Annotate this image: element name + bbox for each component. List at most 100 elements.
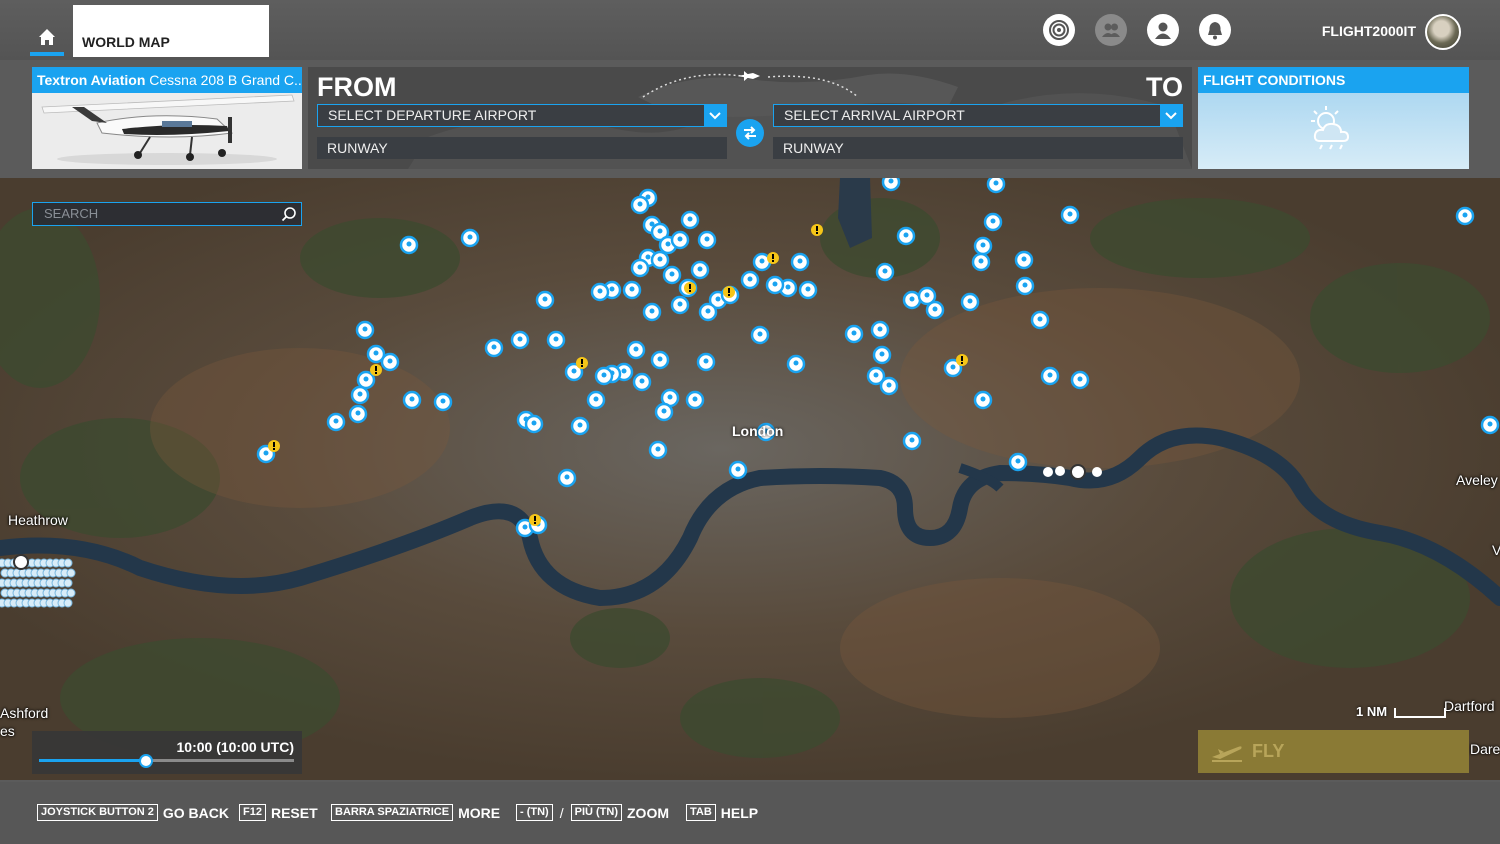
heathrow-airport-cluster[interactable] [0,554,76,608]
airport-marker[interactable] [670,230,690,250]
airport-marker[interactable] [510,330,530,350]
airport-marker[interactable] [654,402,674,422]
airport-marker[interactable] [402,390,422,410]
time-slider-handle[interactable] [139,754,154,768]
airport-marker[interactable] [844,324,864,344]
airport-marker[interactable] [986,178,1006,194]
airport-marker[interactable] [650,250,670,270]
airport-marker[interactable] [546,330,566,350]
airport-marker[interactable] [1060,205,1080,225]
london-city-airport-marker[interactable] [1043,464,1102,480]
airport-marker[interactable] [680,210,700,230]
airport-marker[interactable] [1008,452,1028,472]
hint-help[interactable]: TAB HELP [686,804,758,821]
airport-marker[interactable] [1030,310,1050,330]
airport-marker[interactable] [872,345,892,365]
airport-marker[interactable] [356,370,376,390]
airport-marker[interactable] [750,325,770,345]
airport-marker[interactable] [896,226,916,246]
airport-marker[interactable] [642,302,662,322]
departure-runway-select[interactable]: RUNWAY [317,137,727,159]
chevron-down-icon[interactable] [704,105,726,126]
airport-marker[interactable] [786,354,806,374]
flight-conditions-card[interactable]: FLIGHT CONDITIONS [1198,67,1469,169]
world-map-view[interactable] [0,178,1500,780]
airport-marker[interactable] [902,431,922,451]
airport-marker[interactable] [1455,206,1475,226]
aircraft-selection-card[interactable]: Textron Aviation Cessna 208 B Grand C... [32,67,302,169]
airport-marker[interactable] [690,260,710,280]
username[interactable]: FLIGHT2000IT [1300,23,1416,39]
profile-button[interactable] [1147,14,1179,46]
airport-marker[interactable] [570,416,590,436]
airport-marker[interactable] [380,352,400,372]
airport-marker[interactable] [1014,250,1034,270]
airport-marker[interactable] [1070,370,1090,390]
airport-marker[interactable] [973,236,993,256]
swap-airports-button[interactable] [736,119,764,147]
search-icon[interactable] [281,206,297,222]
hint-reset[interactable]: F12 RESET [239,804,318,821]
airport-marker[interactable] [630,195,650,215]
airport-marker[interactable] [326,412,346,432]
airport-marker[interactable] [648,440,668,460]
airport-marker[interactable] [535,290,555,310]
airport-marker[interactable] [630,258,650,278]
hint-more[interactable]: BARRA SPAZIATRICE MORE [331,804,500,821]
airport-marker[interactable] [925,300,945,320]
airport-marker[interactable] [524,414,544,434]
airport-marker[interactable] [973,390,993,410]
airport-marker[interactable] [355,320,375,340]
airport-marker[interactable] [586,390,606,410]
avatar[interactable] [1425,14,1461,50]
airport-marker[interactable] [685,390,705,410]
airport-marker[interactable] [594,366,614,386]
airport-marker[interactable] [870,320,890,340]
departure-airport-select[interactable]: SELECT DEPARTURE AIRPORT [317,104,727,127]
airport-marker[interactable] [590,282,610,302]
hint-go-back[interactable]: JOYSTICK BUTTON 2 GO BACK [37,804,229,821]
airport-marker[interactable] [632,372,652,392]
airport-marker[interactable] [765,275,785,295]
airport-marker[interactable] [740,270,760,290]
airport-marker[interactable] [622,280,642,300]
airport-marker[interactable] [484,338,504,358]
notifications-button[interactable] [1199,14,1231,46]
airport-marker[interactable] [798,280,818,300]
chevron-down-icon[interactable] [1160,105,1182,126]
activity-button[interactable] [1043,14,1075,46]
airport-marker[interactable] [433,392,453,412]
tab-world-map[interactable]: WORLD MAP [73,5,269,57]
airport-marker[interactable] [879,376,899,396]
arrival-runway-select[interactable]: RUNWAY [773,137,1183,159]
airport-marker[interactable] [626,340,646,360]
airport-marker[interactable] [960,292,980,312]
airport-marker[interactable] [881,178,901,192]
hint-zoom[interactable]: - (TN) / PIÙ (TN) ZOOM [516,804,669,821]
map-search-input[interactable]: SEARCH [32,202,302,226]
home-button[interactable] [30,22,64,56]
airport-marker[interactable] [557,468,577,488]
airport-marker[interactable] [983,212,1003,232]
airport-marker[interactable] [670,295,690,315]
airport-marker[interactable] [1480,415,1500,435]
airport-markers[interactable] [0,178,1500,780]
airport-marker[interactable] [790,252,810,272]
airport-marker[interactable] [971,252,991,272]
airport-marker[interactable] [460,228,480,248]
fly-button[interactable]: FLY [1198,730,1469,773]
airport-marker[interactable] [350,385,370,405]
friends-button[interactable] [1095,14,1127,46]
airport-marker[interactable] [650,350,670,370]
airport-marker[interactable] [662,265,682,285]
airport-marker[interactable] [399,235,419,255]
arrival-airport-select[interactable]: SELECT ARRIVAL AIRPORT [773,104,1183,127]
airport-marker[interactable] [728,460,748,480]
airport-marker[interactable] [698,302,718,322]
airport-marker[interactable] [875,262,895,282]
airport-marker[interactable] [1015,276,1035,296]
airport-marker[interactable] [348,404,368,424]
airport-marker[interactable] [902,290,922,310]
airport-marker[interactable] [697,230,717,250]
airport-marker[interactable] [696,352,716,372]
